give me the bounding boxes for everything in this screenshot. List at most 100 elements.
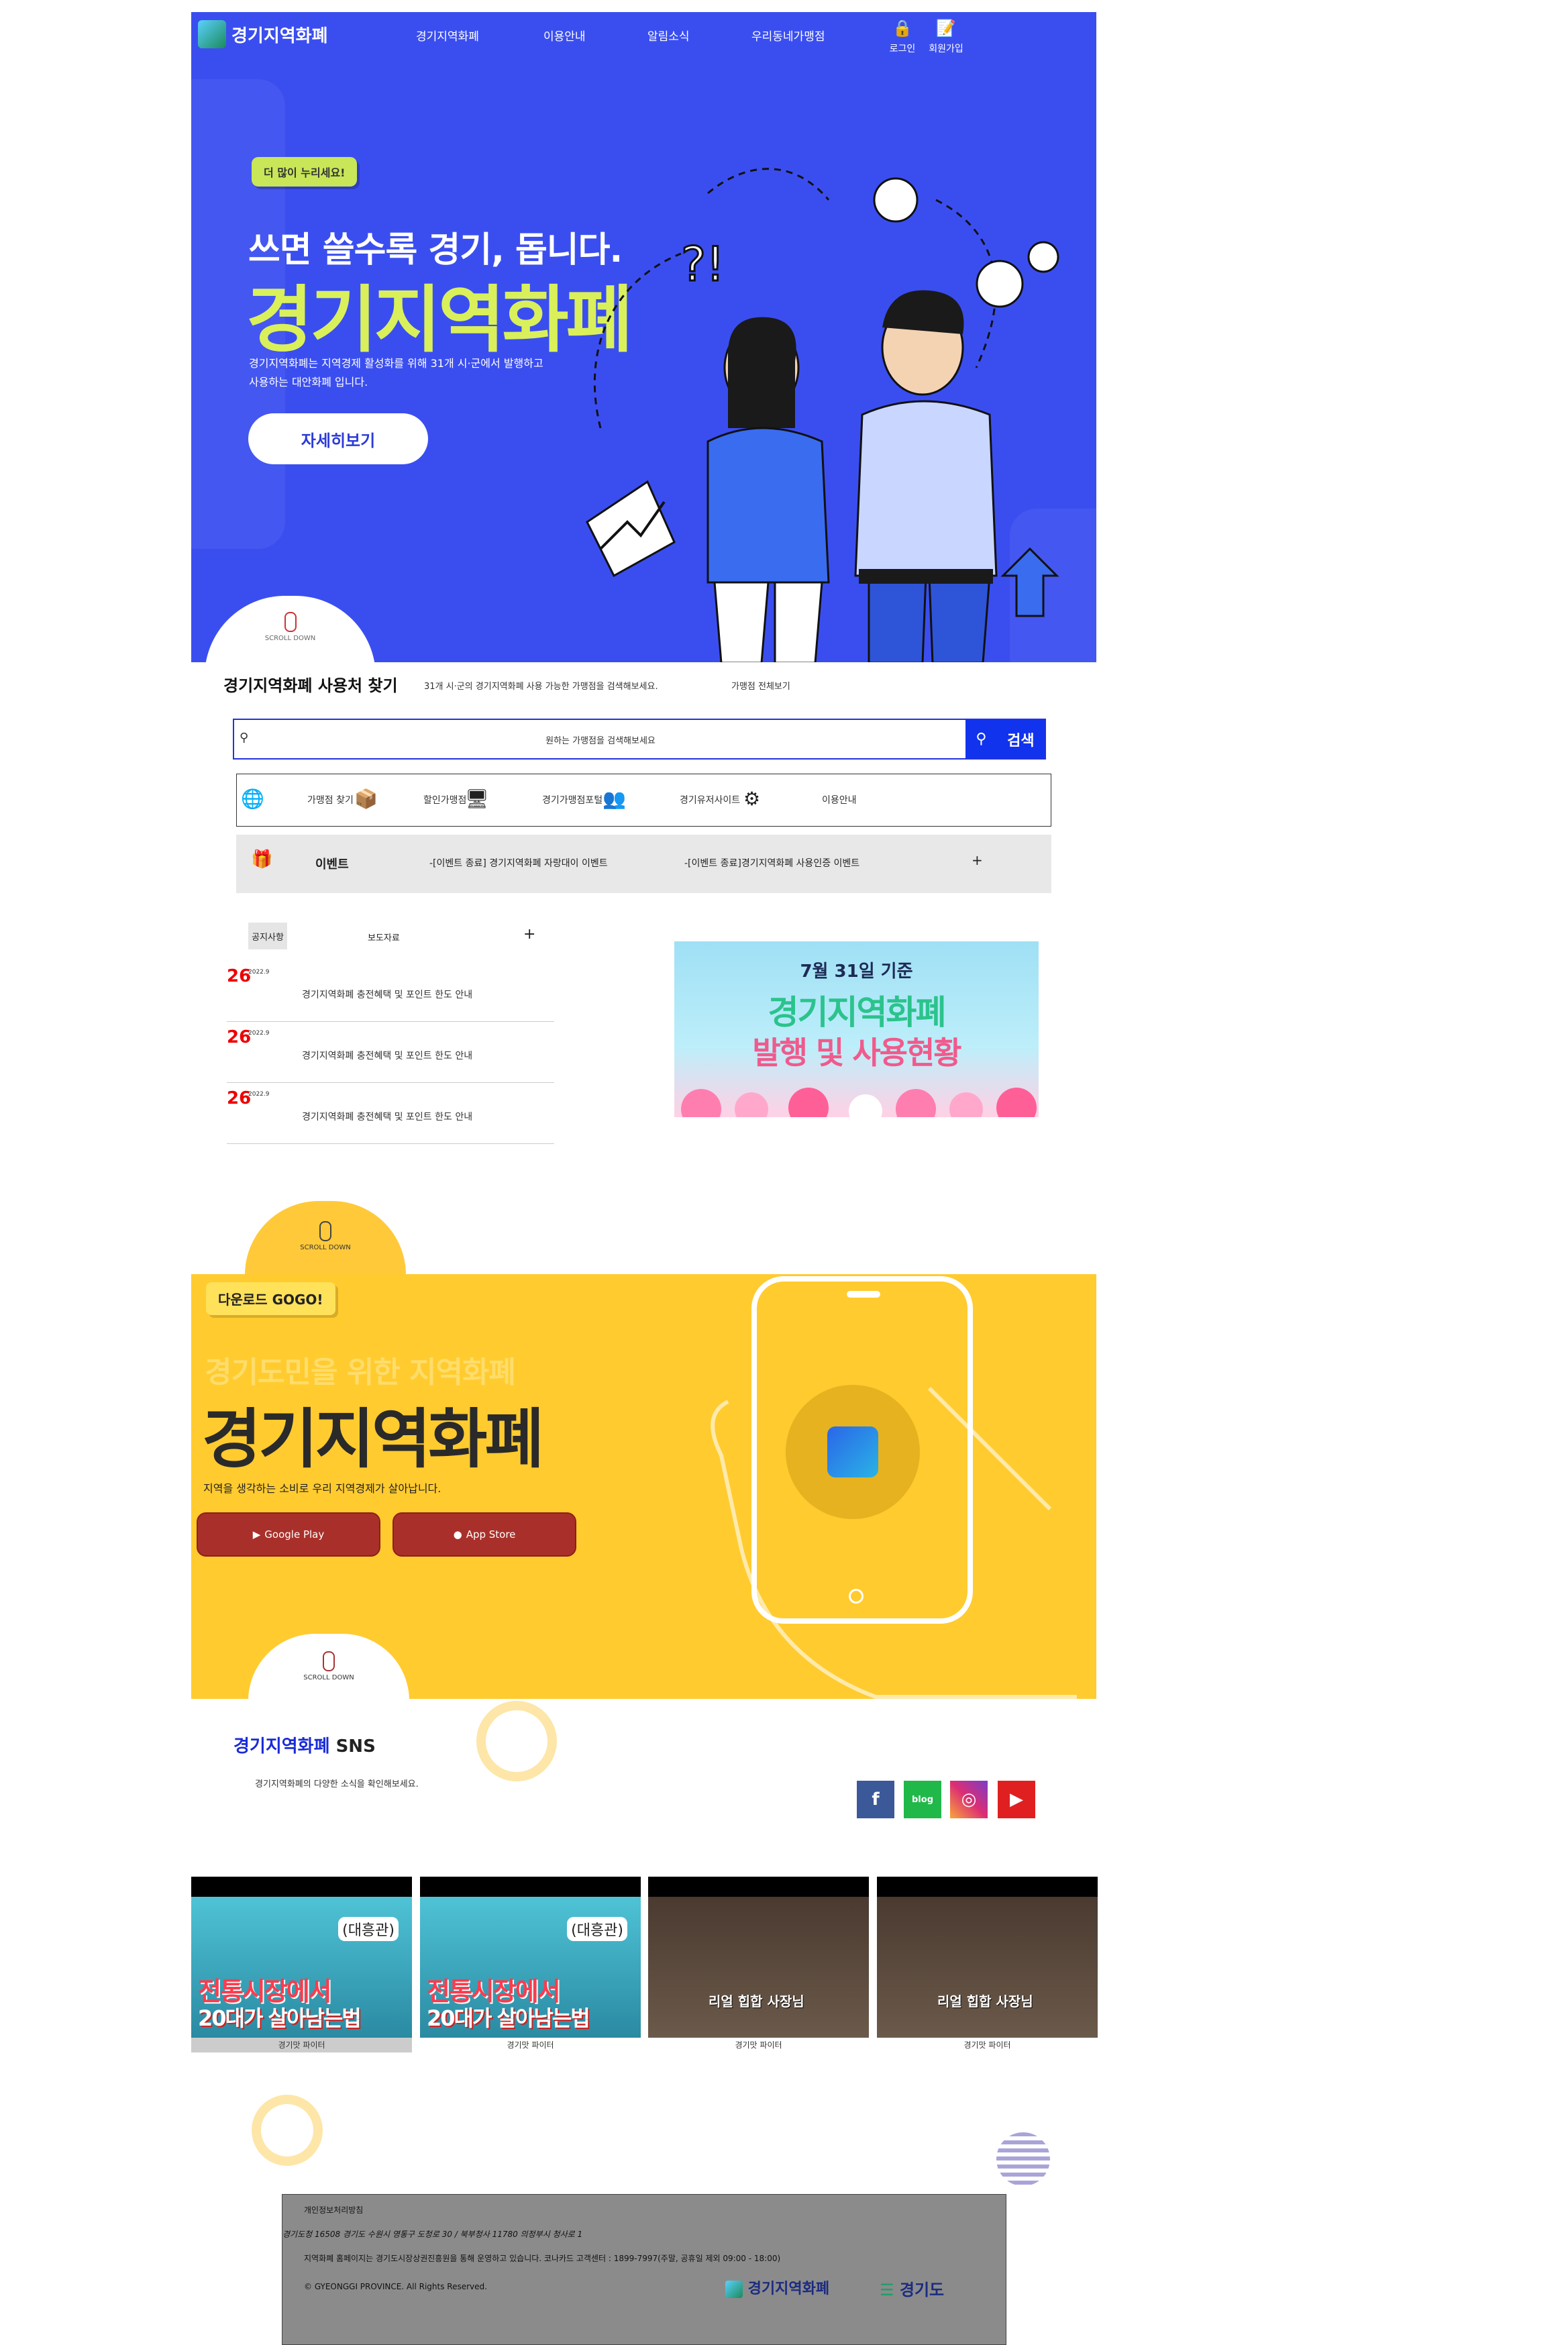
event-item[interactable]: -[이벤트 종료]경기지역화폐 사용인증 이벤트	[684, 856, 859, 870]
video-place: (대흥관)	[338, 1917, 399, 1941]
notice-item[interactable]: 26 2022.9 경기지역화폐 충전혜택 및 포인트 한도 안내	[227, 1022, 554, 1083]
app-subtitle: 경기도민을 위한 지역화폐	[205, 1355, 516, 1390]
mouse-icon	[284, 612, 297, 632]
lock-icon: 🔒	[892, 19, 912, 38]
notice-text: 경기지역화폐 충전혜택 및 포인트 한도 안내	[302, 990, 473, 1000]
video-card[interactable]: (대흥관) 전통시장에서 20대가 살아남는법 경기맛 파이터	[420, 1877, 641, 2052]
privacy-policy-link[interactable]: 개인정보처리방침	[304, 2204, 363, 2216]
video-headline: 리얼 힙합 사장님	[709, 1993, 804, 2010]
quick-menu-guide[interactable]: 이용안내	[822, 793, 857, 806]
google-play-button[interactable]: ▶ Google Play	[197, 1512, 380, 1557]
play-icon: ▶	[252, 1528, 261, 1541]
notice-text: 경기지역화폐 충전혜택 및 포인트 한도 안내	[302, 1112, 473, 1123]
phone-speaker	[847, 1291, 880, 1298]
site-logo[interactable]: 경기지역화폐	[198, 20, 328, 48]
footer-operator: 지역화폐 홈페이지는 경기도시장상권진흥원을 통해 운영하고 있습니다. 코나카…	[304, 2254, 781, 2263]
blog-icon[interactable]: blog	[904, 1781, 941, 1818]
scroll-label: SCROLL DOWN	[303, 1674, 354, 1681]
video-caption: 경기맛 파이터	[191, 2038, 412, 2052]
footer-logo-currency[interactable]: 경기지역화폐	[725, 2277, 829, 2298]
footer-copyright: © GYEONGGI PROVINCE. All Rights Reserved…	[304, 2282, 487, 2291]
logo-icon	[725, 2281, 743, 2298]
notice-day: 26	[227, 1088, 252, 1108]
flower-decoration	[896, 1089, 936, 1117]
logo-icon	[198, 20, 226, 48]
event-label: 이벤트	[315, 857, 349, 872]
instagram-icon[interactable]: ◎	[950, 1781, 988, 1818]
notice-month: 2022.9	[248, 969, 270, 976]
flower-decoration	[681, 1089, 721, 1117]
find-title: 경기지역화폐 사용처 찾기	[223, 676, 398, 695]
quick-menu: 🌐 가맹점 찾기 📦 할인가맹점 🖥 경기가맹점포털 👥 경기유저사이트 ⚙ 이…	[236, 774, 1051, 827]
hero-title: 경기지역화폐	[246, 278, 633, 362]
box-icon: 📦	[354, 788, 378, 810]
sns-title-blue: 경기지역화폐	[233, 1736, 330, 1757]
gear-icon: ⚙	[743, 788, 761, 810]
video-caption: 경기맛 파이터	[648, 2038, 869, 2052]
banner-subtitle: 발행 및 사용현황	[752, 1035, 961, 1071]
quick-menu-find-store[interactable]: 가맹점 찾기	[307, 793, 354, 806]
youtube-icon[interactable]: ▶	[998, 1781, 1035, 1818]
search-button[interactable]: ⚲ 검색	[965, 720, 1045, 758]
quick-menu-discount[interactable]: 할인가맹점	[423, 793, 466, 806]
video-place: (대흥관)	[567, 1917, 627, 1941]
notice-more-button[interactable]: +	[523, 926, 535, 943]
flower-decoration	[996, 1088, 1037, 1117]
nav-item-stores[interactable]: 우리동네가맹점	[751, 27, 825, 44]
logo-text: 경기지역화폐	[231, 25, 328, 46]
phone-home-button	[849, 1589, 864, 1604]
search-icon: ⚲	[976, 731, 987, 747]
video-headline: 리얼 힙합 사장님	[937, 1993, 1033, 2010]
store-search-box[interactable]: ⚲ 원하는 가맹점을 검색해보세요 ⚲ 검색	[233, 719, 1046, 760]
decoration-ring	[252, 2095, 323, 2166]
signup-button[interactable]: 📝 회원가입	[926, 19, 966, 55]
tab-press[interactable]: 보도자료	[368, 931, 400, 943]
all-stores-link[interactable]: 가맹점 전체보기	[731, 679, 790, 692]
sns-description: 경기지역화폐의 다양한 소식을 확인해보세요.	[255, 1779, 419, 1789]
signup-label: 회원가입	[929, 44, 963, 54]
banner-title: 경기지역화폐	[768, 993, 947, 1032]
tab-notice[interactable]: 공지사항	[248, 923, 287, 949]
search-input[interactable]: 원하는 가맹점을 검색해보세요	[234, 733, 967, 746]
video-headline-2: 20대가 살아남는법	[427, 2005, 590, 2031]
video-card[interactable]: 리얼 힙합 사장님 경기맛 파이터	[877, 1877, 1098, 2052]
scroll-down-indicator[interactable]: SCROLL DOWN	[205, 596, 376, 662]
mouse-icon	[323, 1651, 335, 1671]
sns-title: 경기지역화폐 SNS	[233, 1732, 376, 1757]
globe-icon: 🌐	[241, 788, 264, 810]
decoration-ring	[476, 1701, 557, 1781]
nav-item-guide[interactable]: 이용안내	[543, 27, 586, 44]
notice-month: 2022.9	[248, 1030, 270, 1037]
video-caption: 경기맛 파이터	[420, 2038, 641, 2052]
login-button[interactable]: 🔒 로그인	[882, 19, 923, 55]
sns-title-black: SNS	[329, 1736, 376, 1757]
google-play-label: Google Play	[264, 1528, 325, 1541]
flower-decoration	[735, 1092, 768, 1117]
footer-logo-gyeonggi[interactable]: ☰ 경기도	[880, 2277, 944, 2300]
scroll-label: SCROLL DOWN	[264, 635, 316, 642]
details-button[interactable]: 자세히보기	[248, 413, 428, 464]
notice-item[interactable]: 26 2022.9 경기지역화폐 충전혜택 및 포인트 한도 안내	[227, 961, 554, 1022]
download-bubble: 다운로드 GOGO!	[206, 1282, 335, 1315]
event-more-button[interactable]: +	[972, 852, 983, 868]
app-logo-icon	[827, 1426, 878, 1477]
facebook-icon[interactable]: f	[857, 1781, 894, 1818]
video-card[interactable]: 리얼 힙합 사장님 경기맛 파이터	[648, 1877, 869, 2052]
video-caption: 경기맛 파이터	[877, 2038, 1098, 2052]
app-store-button[interactable]: ● App Store	[393, 1512, 576, 1557]
app-store-label: App Store	[466, 1528, 516, 1541]
video-card[interactable]: (대흥관) 전통시장에서 20대가 살아남는법 경기맛 파이터	[191, 1877, 412, 2052]
scroll-down-indicator[interactable]: SCROLL DOWN	[245, 1201, 406, 1275]
quick-menu-user-site[interactable]: 경기유저사이트	[680, 793, 740, 806]
notice-item[interactable]: 26 2022.9 경기지역화폐 충전혜택 및 포인트 한도 안내	[227, 1083, 554, 1144]
hero-bubble: 더 많이 누리세요!	[252, 157, 358, 187]
nav-item-news[interactable]: 알림소식	[647, 27, 690, 44]
nav-item-currency[interactable]: 경기지역화폐	[416, 27, 479, 44]
event-item[interactable]: -[이벤트 종료] 경기지역화폐 자랑대이 이벤트	[429, 856, 608, 870]
notice-text: 경기지역화폐 충전혜택 및 포인트 한도 안내	[302, 1051, 473, 1061]
notice-month: 2022.9	[248, 1091, 270, 1098]
quick-menu-portal[interactable]: 경기가맹점포털	[542, 793, 603, 806]
video-thumbnail	[648, 1897, 869, 2038]
usage-status-banner[interactable]: 7월 31일 기준 경기지역화폐 발행 및 사용현황	[674, 941, 1039, 1117]
people-illustration: ?!	[586, 168, 1059, 662]
